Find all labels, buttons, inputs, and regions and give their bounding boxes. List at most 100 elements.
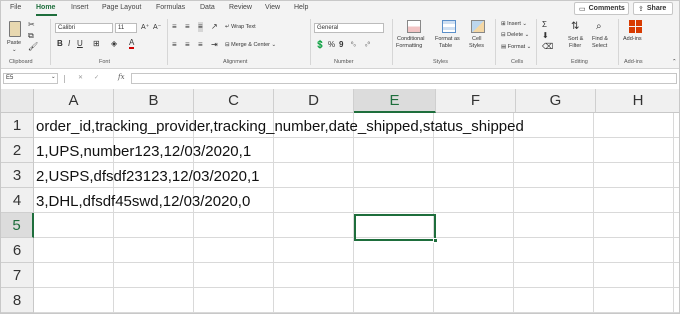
name-box[interactable]: E5	[3, 73, 58, 84]
underline-icon[interactable]: U	[77, 39, 83, 49]
row-header-5[interactable]: 5	[1, 213, 34, 238]
align-bottom-icon[interactable]: ≡	[198, 22, 203, 32]
row-header-8[interactable]: 8	[1, 288, 34, 313]
add-ins-icon	[629, 20, 642, 33]
font-color-icon[interactable]: A	[129, 39, 135, 49]
column-header-a[interactable]: A	[34, 89, 114, 113]
row-header-4[interactable]: 4	[1, 188, 34, 213]
clear-icon[interactable]: ⌫	[542, 42, 553, 52]
fill-handle[interactable]	[433, 238, 438, 243]
styles-group-label: Styles	[433, 59, 448, 65]
sort-filter-icon: ⇅	[571, 21, 580, 32]
tab-data[interactable]: Data	[200, 4, 215, 11]
cut-icon[interactable]: ✂	[28, 20, 35, 30]
font-group-label: Font	[99, 59, 111, 65]
align-top-icon[interactable]: ≡	[172, 22, 177, 32]
format-as-table-icon	[442, 20, 456, 33]
add-ins-button[interactable]: Add-ins	[623, 20, 649, 50]
share-label: Share	[646, 5, 667, 12]
decrease-font-icon[interactable]: A⁻	[153, 23, 161, 33]
format-as-table-button[interactable]: Format as Table	[434, 20, 464, 58]
wrap-text-button[interactable]: ↵ Wrap Text	[225, 24, 256, 30]
column-header-f[interactable]: F	[436, 89, 516, 113]
tab-formulas[interactable]: Formulas	[156, 4, 185, 11]
font-name-select[interactable]: Calibri	[55, 23, 113, 33]
tab-insert[interactable]: Insert	[71, 4, 89, 11]
decrease-decimal-icon[interactable]: ₀⁰	[365, 40, 370, 50]
column-header-h[interactable]: H	[596, 89, 679, 113]
tab-home[interactable]: Home	[36, 4, 55, 11]
insert-cells-button[interactable]: ⊞ Insert ⌄	[501, 21, 527, 27]
column-header-b[interactable]: B	[114, 89, 194, 113]
cell-styles-button[interactable]: Cell Styles	[466, 20, 490, 58]
align-center-icon[interactable]: ≡	[185, 40, 190, 50]
formula-bar-divider	[64, 75, 65, 83]
tab-page-layout[interactable]: Page Layout	[102, 4, 141, 11]
orientation-icon[interactable]: ↗	[211, 22, 218, 32]
fill-icon[interactable]: ⬇	[542, 31, 549, 41]
formula-input[interactable]	[131, 73, 677, 84]
sort-filter-button[interactable]: ⇅ Sort & Filter	[566, 20, 588, 58]
conditional-formatting-button[interactable]: Conditional Formatting	[396, 20, 432, 58]
paste-button[interactable]: Paste ⌄	[6, 20, 24, 53]
enter-icon[interactable]: ✓	[94, 74, 99, 81]
comma-style-icon[interactable]: 9	[339, 40, 343, 50]
delete-cells-button[interactable]: ⊟ Delete ⌄	[501, 32, 529, 38]
increase-font-icon[interactable]: A⁺	[141, 23, 149, 33]
format-painter-icon[interactable]: 🖌	[28, 42, 38, 52]
active-tab-indicator	[36, 14, 57, 16]
insert-function-icon[interactable]: fx	[118, 73, 125, 81]
italic-icon[interactable]: I	[68, 39, 70, 49]
row-header-6[interactable]: 6	[1, 238, 34, 263]
fill-color-icon[interactable]: ◈	[111, 39, 117, 49]
cell-a3[interactable]: 2,USPS,dfsdf23123,12/03/2020,1	[36, 164, 260, 189]
chevron-down-icon: ⌄	[12, 47, 17, 53]
cell-a4[interactable]: 3,DHL,dfsdf45swd,12/03/2020,0	[36, 189, 250, 214]
column-header-e[interactable]: E	[354, 89, 436, 113]
row-header-2[interactable]: 2	[1, 138, 34, 163]
cell-label: Cell	[472, 36, 482, 42]
collapse-ribbon-icon[interactable]: ⌃	[672, 59, 677, 65]
editing-group-label: Editing	[571, 59, 588, 65]
tab-help[interactable]: Help	[294, 4, 308, 11]
cell-a2[interactable]: 1,UPS,number123,12/03/2020,1	[36, 139, 251, 164]
format-cells-button[interactable]: ▤ Format ⌄	[501, 44, 531, 50]
selected-cell-e5[interactable]	[354, 214, 436, 241]
indent-icon[interactable]: ⇥	[211, 40, 218, 50]
row-header-7[interactable]: 7	[1, 263, 34, 288]
sort-label: Sort &	[568, 36, 584, 42]
find-select-button[interactable]: ⌕ Find & Select	[590, 20, 614, 58]
align-right-icon[interactable]: ≡	[198, 40, 203, 50]
tab-view[interactable]: View	[265, 4, 280, 11]
align-middle-icon[interactable]: ≡	[185, 22, 190, 32]
percent-icon[interactable]: %	[328, 40, 335, 50]
cell-a1[interactable]: order_id,tracking_provider,tracking_numb…	[36, 114, 524, 139]
comments-button[interactable]: ▭ Comments	[574, 2, 629, 15]
number-group-label: Number	[334, 59, 354, 65]
row-header-1[interactable]: 1	[1, 113, 34, 138]
column-header-c[interactable]: C	[194, 89, 274, 113]
align-left-icon[interactable]: ≡	[172, 40, 177, 50]
select-all-corner[interactable]	[1, 89, 34, 113]
cancel-icon[interactable]: ✕	[78, 74, 83, 81]
merge-center-button[interactable]: ⊟ Merge & Center ⌄	[225, 42, 276, 48]
tab-review[interactable]: Review	[229, 4, 252, 11]
excel-window: File Home Insert Page Layout Formulas Da…	[0, 0, 680, 314]
increase-decimal-icon[interactable]: ⁰₀	[351, 40, 356, 50]
number-format-select[interactable]: General	[314, 23, 384, 33]
autosum-icon[interactable]: Σ	[542, 20, 547, 30]
share-button[interactable]: ⇪ Share	[633, 2, 673, 15]
column-header-d[interactable]: D	[274, 89, 354, 113]
name-box-dropdown-icon[interactable]: ⌄	[51, 74, 56, 80]
borders-icon[interactable]: ⊞	[93, 39, 100, 49]
wrap-text-label: Wrap Text	[231, 24, 256, 30]
copy-icon[interactable]: ⧉	[28, 31, 34, 41]
cells-group-label: Cells	[511, 59, 524, 65]
add-ins-label: Add-ins	[623, 36, 642, 42]
bold-icon[interactable]: B	[57, 39, 63, 49]
tab-file[interactable]: File	[10, 4, 21, 11]
row-header-3[interactable]: 3	[1, 163, 34, 188]
accounting-format-icon[interactable]: 💲	[315, 40, 325, 50]
font-size-select[interactable]: 11	[115, 23, 137, 33]
column-header-g[interactable]: G	[516, 89, 596, 113]
